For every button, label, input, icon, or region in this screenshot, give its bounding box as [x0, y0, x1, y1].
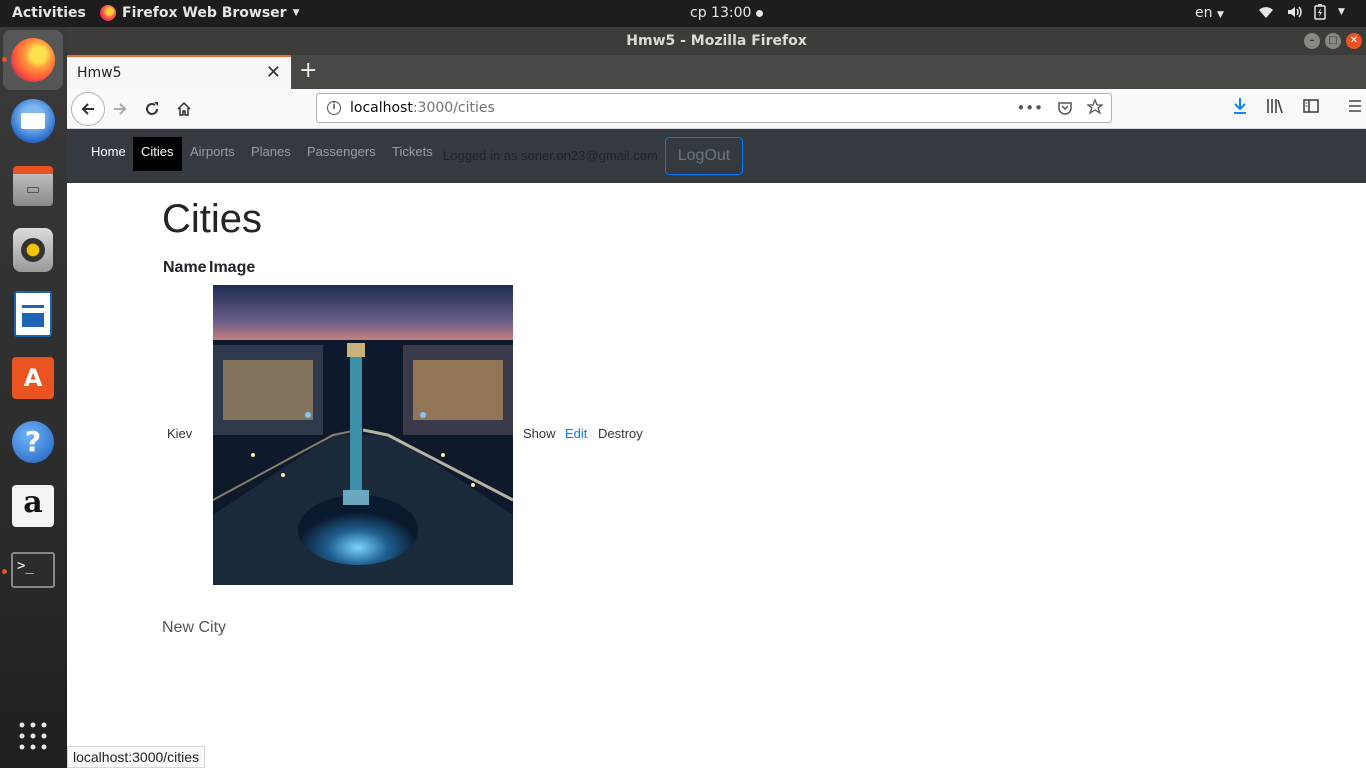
nav-cities[interactable]: Cities: [133, 137, 182, 171]
running-indicator-icon: [2, 569, 7, 574]
chevron-down-icon: ▼: [1216, 10, 1224, 20]
column-header-name: Name: [163, 259, 207, 276]
dock-writer[interactable]: [9, 290, 57, 338]
launcher-dock: A ? a >_: [0, 27, 67, 768]
dock-files[interactable]: [9, 162, 57, 210]
tab-title: Hmw5: [77, 65, 122, 81]
firefox-icon: [100, 5, 116, 21]
url-path: :3000/cities: [412, 100, 495, 116]
language-indicator[interactable]: en ▼: [1195, 5, 1224, 21]
amazon-icon: a: [12, 485, 54, 527]
dock-rhythmbox[interactable]: [9, 226, 57, 274]
pocket-icon[interactable]: [1057, 94, 1073, 122]
logout-button[interactable]: LogOut: [665, 137, 743, 175]
home-button[interactable]: [169, 94, 199, 124]
nav-passengers[interactable]: Passengers: [299, 137, 384, 171]
navigation-toolbar: i localhost:3000/cities •••: [67, 89, 1366, 129]
tab-hmw5[interactable]: Hmw5 ✕: [67, 55, 291, 89]
document-icon: [14, 291, 52, 337]
city-name-cell: Kiev: [167, 426, 193, 441]
minimize-button[interactable]: –: [1304, 33, 1320, 49]
forward-button[interactable]: [105, 94, 135, 124]
chevron-down-icon: ▼: [1338, 7, 1345, 17]
file-cabinet-icon: [13, 166, 53, 206]
firefox-icon: [11, 38, 55, 82]
window-title: Hmw5 - Mozilla Firefox: [626, 33, 807, 49]
back-button[interactable]: [71, 92, 105, 126]
running-indicator-icon: [2, 57, 7, 62]
download-icon[interactable]: [1232, 97, 1248, 115]
chevron-down-icon: ▼: [292, 8, 300, 18]
new-city-link[interactable]: New City: [162, 619, 226, 637]
bookmark-star-icon[interactable]: [1087, 94, 1103, 122]
dock-amazon[interactable]: a: [9, 482, 57, 530]
clock[interactable]: ср 13:00: [690, 5, 764, 21]
battery-icon: [1314, 4, 1326, 20]
shopping-bag-icon: A: [12, 357, 54, 399]
dock-software[interactable]: A: [9, 354, 57, 402]
page-title: Cities: [162, 197, 263, 241]
app-navbar: Home Cities Airports Planes Passengers T…: [67, 129, 1366, 183]
url-bar-actions: •••: [1016, 94, 1103, 122]
notification-dot-icon: [756, 9, 764, 17]
show-link[interactable]: Show: [523, 426, 556, 441]
logged-in-text: Logged in as soner.on23@gmail.com: [443, 148, 658, 163]
city-image: [213, 285, 513, 585]
column-header-image: Image: [209, 259, 256, 276]
speaker-icon: [13, 228, 53, 272]
activities-button[interactable]: Activities: [12, 5, 86, 21]
web-page: Home Cities Airports Planes Passengers T…: [67, 129, 1366, 768]
clock-label: ср 13:00: [690, 5, 752, 21]
dock-help[interactable]: ?: [9, 418, 57, 466]
kiev-night-photo: [213, 285, 513, 585]
system-top-bar: Activities Firefox Web Browser ▼ ср 13:0…: [0, 0, 1366, 27]
language-label: en: [1195, 5, 1213, 21]
arrow-left-icon: [81, 103, 94, 115]
new-tab-button[interactable]: +: [299, 58, 317, 83]
reload-button[interactable]: [137, 94, 167, 124]
dock-thunderbird[interactable]: [9, 97, 57, 145]
nav-airports[interactable]: Airports: [182, 137, 243, 171]
show-applications-button[interactable]: [9, 712, 57, 760]
app-menu-label: Firefox Web Browser: [122, 5, 287, 21]
terminal-icon: >_: [11, 552, 55, 588]
nav-planes[interactable]: Planes: [243, 137, 299, 171]
volume-icon: [1288, 6, 1302, 18]
destroy-link[interactable]: Destroy: [598, 426, 643, 441]
thunderbird-icon: [11, 99, 55, 143]
info-icon[interactable]: i: [327, 101, 341, 115]
dock-firefox[interactable]: [3, 30, 63, 90]
home-icon: [177, 101, 191, 116]
status-bar: localhost:3000/cities: [67, 746, 206, 768]
url-host: localhost: [350, 100, 413, 116]
app-menu[interactable]: Firefox Web Browser ▼: [100, 5, 300, 21]
help-icon: ?: [12, 421, 54, 463]
url-bar[interactable]: i localhost:3000/cities •••: [316, 93, 1112, 123]
page-actions-icon[interactable]: •••: [1016, 94, 1043, 122]
reload-icon: [146, 102, 158, 115]
toolbar-right: [1232, 97, 1364, 115]
nav-home[interactable]: Home: [83, 137, 134, 171]
system-tray[interactable]: ▼: [1258, 4, 1345, 20]
dock-terminal[interactable]: >_: [9, 546, 57, 594]
arrow-right-icon: [114, 103, 127, 115]
library-icon[interactable]: [1266, 97, 1284, 115]
sidebar-icon[interactable]: [1302, 97, 1320, 115]
url-text: localhost:3000/cities: [350, 94, 495, 122]
window-titlebar: Hmw5 - Mozilla Firefox – □ ✕: [67, 27, 1366, 55]
tab-strip: Hmw5 ✕ +: [67, 55, 1366, 89]
close-window-button[interactable]: ✕: [1346, 33, 1362, 49]
nav-tickets[interactable]: Tickets: [384, 137, 441, 171]
wifi-icon: [1259, 7, 1273, 18]
maximize-button[interactable]: □: [1325, 33, 1341, 49]
hamburger-menu-icon[interactable]: [1346, 97, 1364, 115]
edit-link[interactable]: Edit: [565, 426, 587, 441]
close-tab-icon[interactable]: ✕: [266, 62, 281, 83]
app-grid-icon: [19, 722, 47, 750]
